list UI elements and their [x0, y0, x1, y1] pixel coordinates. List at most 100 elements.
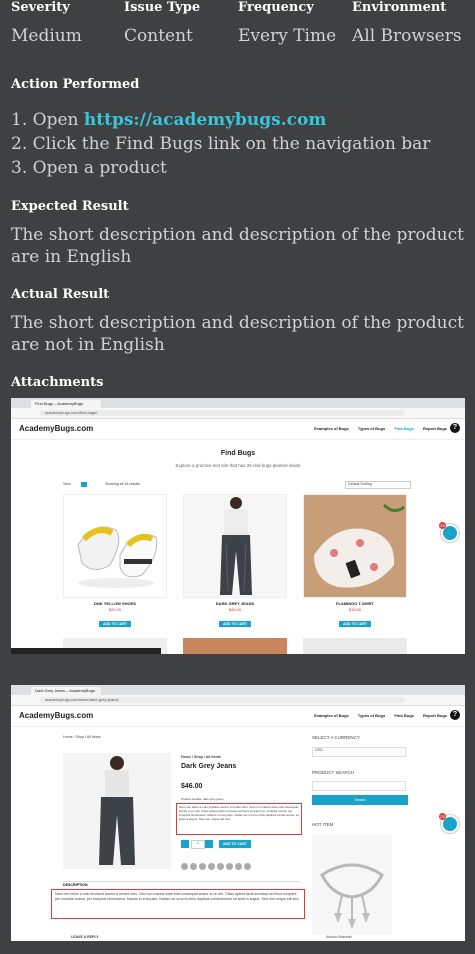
- product-title: Dark Grey Jeans: [181, 763, 237, 770]
- help-icon: ?: [450, 710, 460, 720]
- leave-reply-heading: LEAVE A REPLY: [71, 935, 99, 939]
- environment-value: All Browsers: [352, 26, 462, 46]
- bug-counter-icon: 25: [439, 813, 459, 833]
- frequency-value: Every Time: [238, 26, 337, 46]
- actual-heading: Actual Result: [11, 287, 110, 302]
- product-main-image: [63, 753, 171, 869]
- site-nav-links: Examples of Bugs Types of Bugs Find Bugs…: [306, 713, 447, 718]
- share-icon: [235, 863, 242, 870]
- actual-text: The short description and description of…: [11, 313, 464, 355]
- step-number: 3.: [11, 158, 28, 178]
- bug-meta-header: Severity Medium Issue Type Content Frequ…: [0, 0, 475, 50]
- product-card: FLAMINGO T-SHIRT $15.50 ADD TO CART: [303, 494, 407, 630]
- site-logo: AcademyBugs.com: [19, 711, 94, 720]
- product-price: $46.00: [181, 783, 203, 790]
- share-icon: [244, 863, 251, 870]
- product-price: $15.50: [348, 607, 362, 612]
- nav-find-bugs: Find Bugs: [394, 426, 414, 431]
- product-price: $46.00: [228, 607, 242, 612]
- expected-heading: Expected Result: [11, 199, 129, 214]
- help-icon: ?: [450, 423, 460, 433]
- product-name: FLAMINGO T-SHIRT: [336, 601, 374, 606]
- severity-value: Medium: [11, 26, 82, 46]
- add-to-cart-button: ADD TO CART: [218, 621, 252, 627]
- site-nav-links: Examples of Bugs Types of Bugs Find Bugs…: [306, 426, 447, 431]
- product-name: DARK GREY JEANS: [215, 601, 255, 606]
- url-field: academybugs.com/store/dark-grey-jeans/: [39, 697, 405, 703]
- expected-text: The short description and description of…: [11, 225, 464, 267]
- nav-types: Types of Bugs: [357, 426, 386, 431]
- find-bugs-title: Find Bugs: [220, 450, 256, 457]
- product-card-partial: [303, 638, 407, 654]
- breadcrumb: Home / Shop / All Items: [63, 735, 101, 739]
- product-image: [63, 494, 167, 598]
- share-icon: [226, 863, 233, 870]
- frequency-field: Frequency Every Time: [238, 0, 336, 47]
- site-navbar: AcademyBugs.com Examples of Bugs Types o…: [11, 419, 465, 440]
- add-to-cart-button: ADD TO CART: [338, 621, 372, 627]
- results-count: Showing all 18 results: [105, 482, 140, 486]
- tabs-divider: [63, 881, 301, 882]
- step-2: 2. Click the Find Bugs link on the navig…: [11, 132, 430, 156]
- share-icons: [181, 863, 251, 870]
- view-label: View: [63, 482, 71, 486]
- product-search-input: [312, 781, 406, 791]
- hot-item-name: Anchor Bracelet: [326, 935, 352, 939]
- short-description: Nam nec tellus a odio tincidunt auctor a…: [179, 805, 299, 821]
- environment-label: Environment: [352, 0, 447, 15]
- qty-input: 1: [191, 840, 205, 849]
- site-navbar: AcademyBugs.com Examples of Bugs Types o…: [11, 706, 465, 727]
- nav-report: Report Bugs: [423, 426, 447, 431]
- share-icon: [181, 863, 188, 870]
- severity-field: Severity Medium: [11, 0, 82, 47]
- nav-examples: Examples of Bugs: [314, 713, 349, 718]
- attachment-screenshot-find-bugs[interactable]: Find Bugs – AcademyBugs academybugs.com/…: [11, 398, 465, 654]
- step-number: 1.: [11, 110, 28, 130]
- issue-type-label: Issue Type: [124, 0, 201, 15]
- share-icon: [199, 863, 206, 870]
- hot-item-heading: HOT ITEM: [312, 822, 334, 827]
- nav-find-bugs: Find Bugs: [394, 713, 414, 718]
- product-card-partial: [183, 638, 287, 654]
- issue-type-field: Issue Type Content: [124, 0, 200, 47]
- qty-plus-button: [205, 840, 213, 848]
- product-image: [183, 494, 287, 598]
- search-button: Search: [312, 795, 408, 805]
- product-description: Nam nec tellus a odio tincidunt auctor a…: [55, 892, 300, 901]
- nav-examples: Examples of Bugs: [314, 426, 349, 431]
- severity-label: Severity: [11, 0, 70, 15]
- nav-report: Report Bugs: [423, 713, 447, 718]
- action-heading: Action Performed: [11, 77, 140, 92]
- step-number: 2.: [11, 134, 28, 154]
- issue-type-value: Content: [124, 26, 193, 46]
- bug-count-badge: 25: [439, 522, 446, 529]
- nav-types: Types of Bugs: [357, 713, 386, 718]
- product-breadcrumb: Home / Shop / All Items: [181, 755, 221, 759]
- qty-minus-button: [181, 840, 189, 848]
- product-image: [303, 494, 407, 598]
- search-heading: PRODUCT SEARCH: [312, 770, 355, 775]
- steps-list: 1. Open https://academybugs.com 2. Click…: [11, 108, 430, 180]
- share-icon: [217, 863, 224, 870]
- site-logo: AcademyBugs.com: [19, 424, 94, 433]
- frequency-label: Frequency: [238, 0, 314, 15]
- sort-select: Default Sorting: [345, 481, 411, 489]
- share-icon: [190, 863, 197, 870]
- browser-tab-strip: Find Bugs – AcademyBugs: [11, 398, 465, 408]
- attachment-screenshot-product[interactable]: Dark Grey Jeans – AcademyBugs academybug…: [11, 685, 465, 941]
- step-text: Click the Find Bugs link on the navigati…: [32, 134, 431, 154]
- status-bar: [11, 648, 161, 654]
- grid-view-icon: [81, 482, 87, 487]
- url-field: academybugs.com/find-bugs/: [39, 410, 405, 416]
- short-description-intro: Product Details: dark grey jeans: [181, 797, 224, 801]
- step-text: Open a product: [32, 158, 167, 178]
- bug-count-badge: 25: [439, 813, 446, 820]
- find-bugs-subtitle: Explore a practice test site that has 25…: [175, 463, 301, 468]
- step-3: 3. Open a product: [11, 156, 430, 180]
- academybugs-link[interactable]: https://academybugs.com: [84, 110, 326, 130]
- step-text: Open: [32, 110, 84, 130]
- browser-address-bar: academybugs.com/store/dark-grey-jeans/: [11, 695, 465, 706]
- hot-item-image: [312, 835, 392, 935]
- product-name: DNK YELLOW SHOES: [94, 601, 136, 606]
- browser-tab: Find Bugs – AcademyBugs: [31, 400, 101, 408]
